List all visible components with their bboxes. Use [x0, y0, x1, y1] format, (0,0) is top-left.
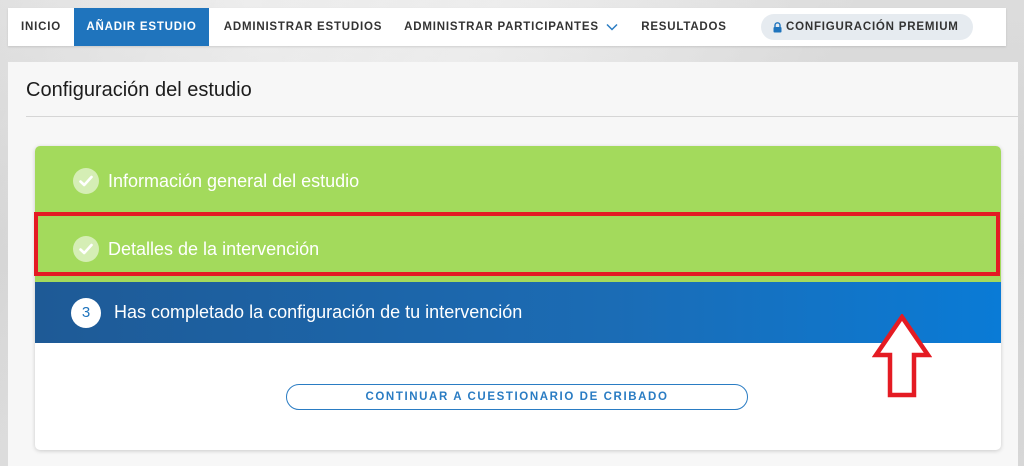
premium-settings-label: CONFIGURACIÓN PREMIUM	[786, 21, 959, 33]
check-icon	[73, 168, 99, 194]
setup-steps-card: Información general del estudio Detalles…	[35, 146, 1001, 450]
main-panel: Configuración del estudio Información ge…	[8, 62, 1018, 466]
nav-administrar-participantes-label: ADMINISTRAR PARTICIPANTES	[404, 21, 599, 33]
nav-administrar-estudios[interactable]: ADMINISTRAR ESTUDIOS	[209, 8, 397, 46]
step-intervention-details[interactable]: Detalles de la intervención	[35, 216, 1001, 282]
step-intervention-details-label: Detalles de la intervención	[108, 238, 320, 259]
nav-anadir-estudio[interactable]: AÑADIR ESTUDIO	[74, 8, 209, 46]
title-divider	[26, 116, 1018, 117]
chevron-down-icon	[606, 23, 618, 31]
check-icon	[73, 236, 99, 262]
page-title: Configuración del estudio	[26, 79, 252, 101]
premium-settings-button[interactable]: CONFIGURACIÓN PREMIUM	[761, 14, 973, 40]
annotation-arrow-up-icon	[872, 314, 932, 398]
step-general-info-label: Información general del estudio	[108, 170, 360, 191]
step-setup-completed-label: Has completado la configuración de tu in…	[114, 302, 523, 322]
nav-inicio[interactable]: INICIO	[8, 8, 74, 46]
nav-administrar-participantes[interactable]: ADMINISTRAR PARTICIPANTES	[397, 8, 625, 46]
nav-administrar-estudios-label: ADMINISTRAR ESTUDIOS	[223, 21, 383, 33]
continue-screening-button[interactable]: CONTINUAR A CUESTIONARIO DE CRIBADO	[286, 384, 748, 410]
nav-resultados-label: RESULTADOS	[641, 21, 727, 33]
step-number-badge: 3	[71, 297, 101, 328]
step-general-info[interactable]: Información general del estudio	[35, 146, 1001, 216]
step-setup-completed: 3 Has completado la configuración de tu …	[35, 282, 1001, 343]
nav-resultados[interactable]: RESULTADOS	[625, 8, 743, 46]
lock-icon	[773, 21, 782, 33]
nav-inicio-label: INICIO	[21, 21, 61, 33]
nav-anadir-estudio-label: AÑADIR ESTUDIO	[86, 21, 197, 33]
top-navigation: INICIO AÑADIR ESTUDIO ADMINISTRAR ESTUDI…	[8, 8, 1006, 46]
